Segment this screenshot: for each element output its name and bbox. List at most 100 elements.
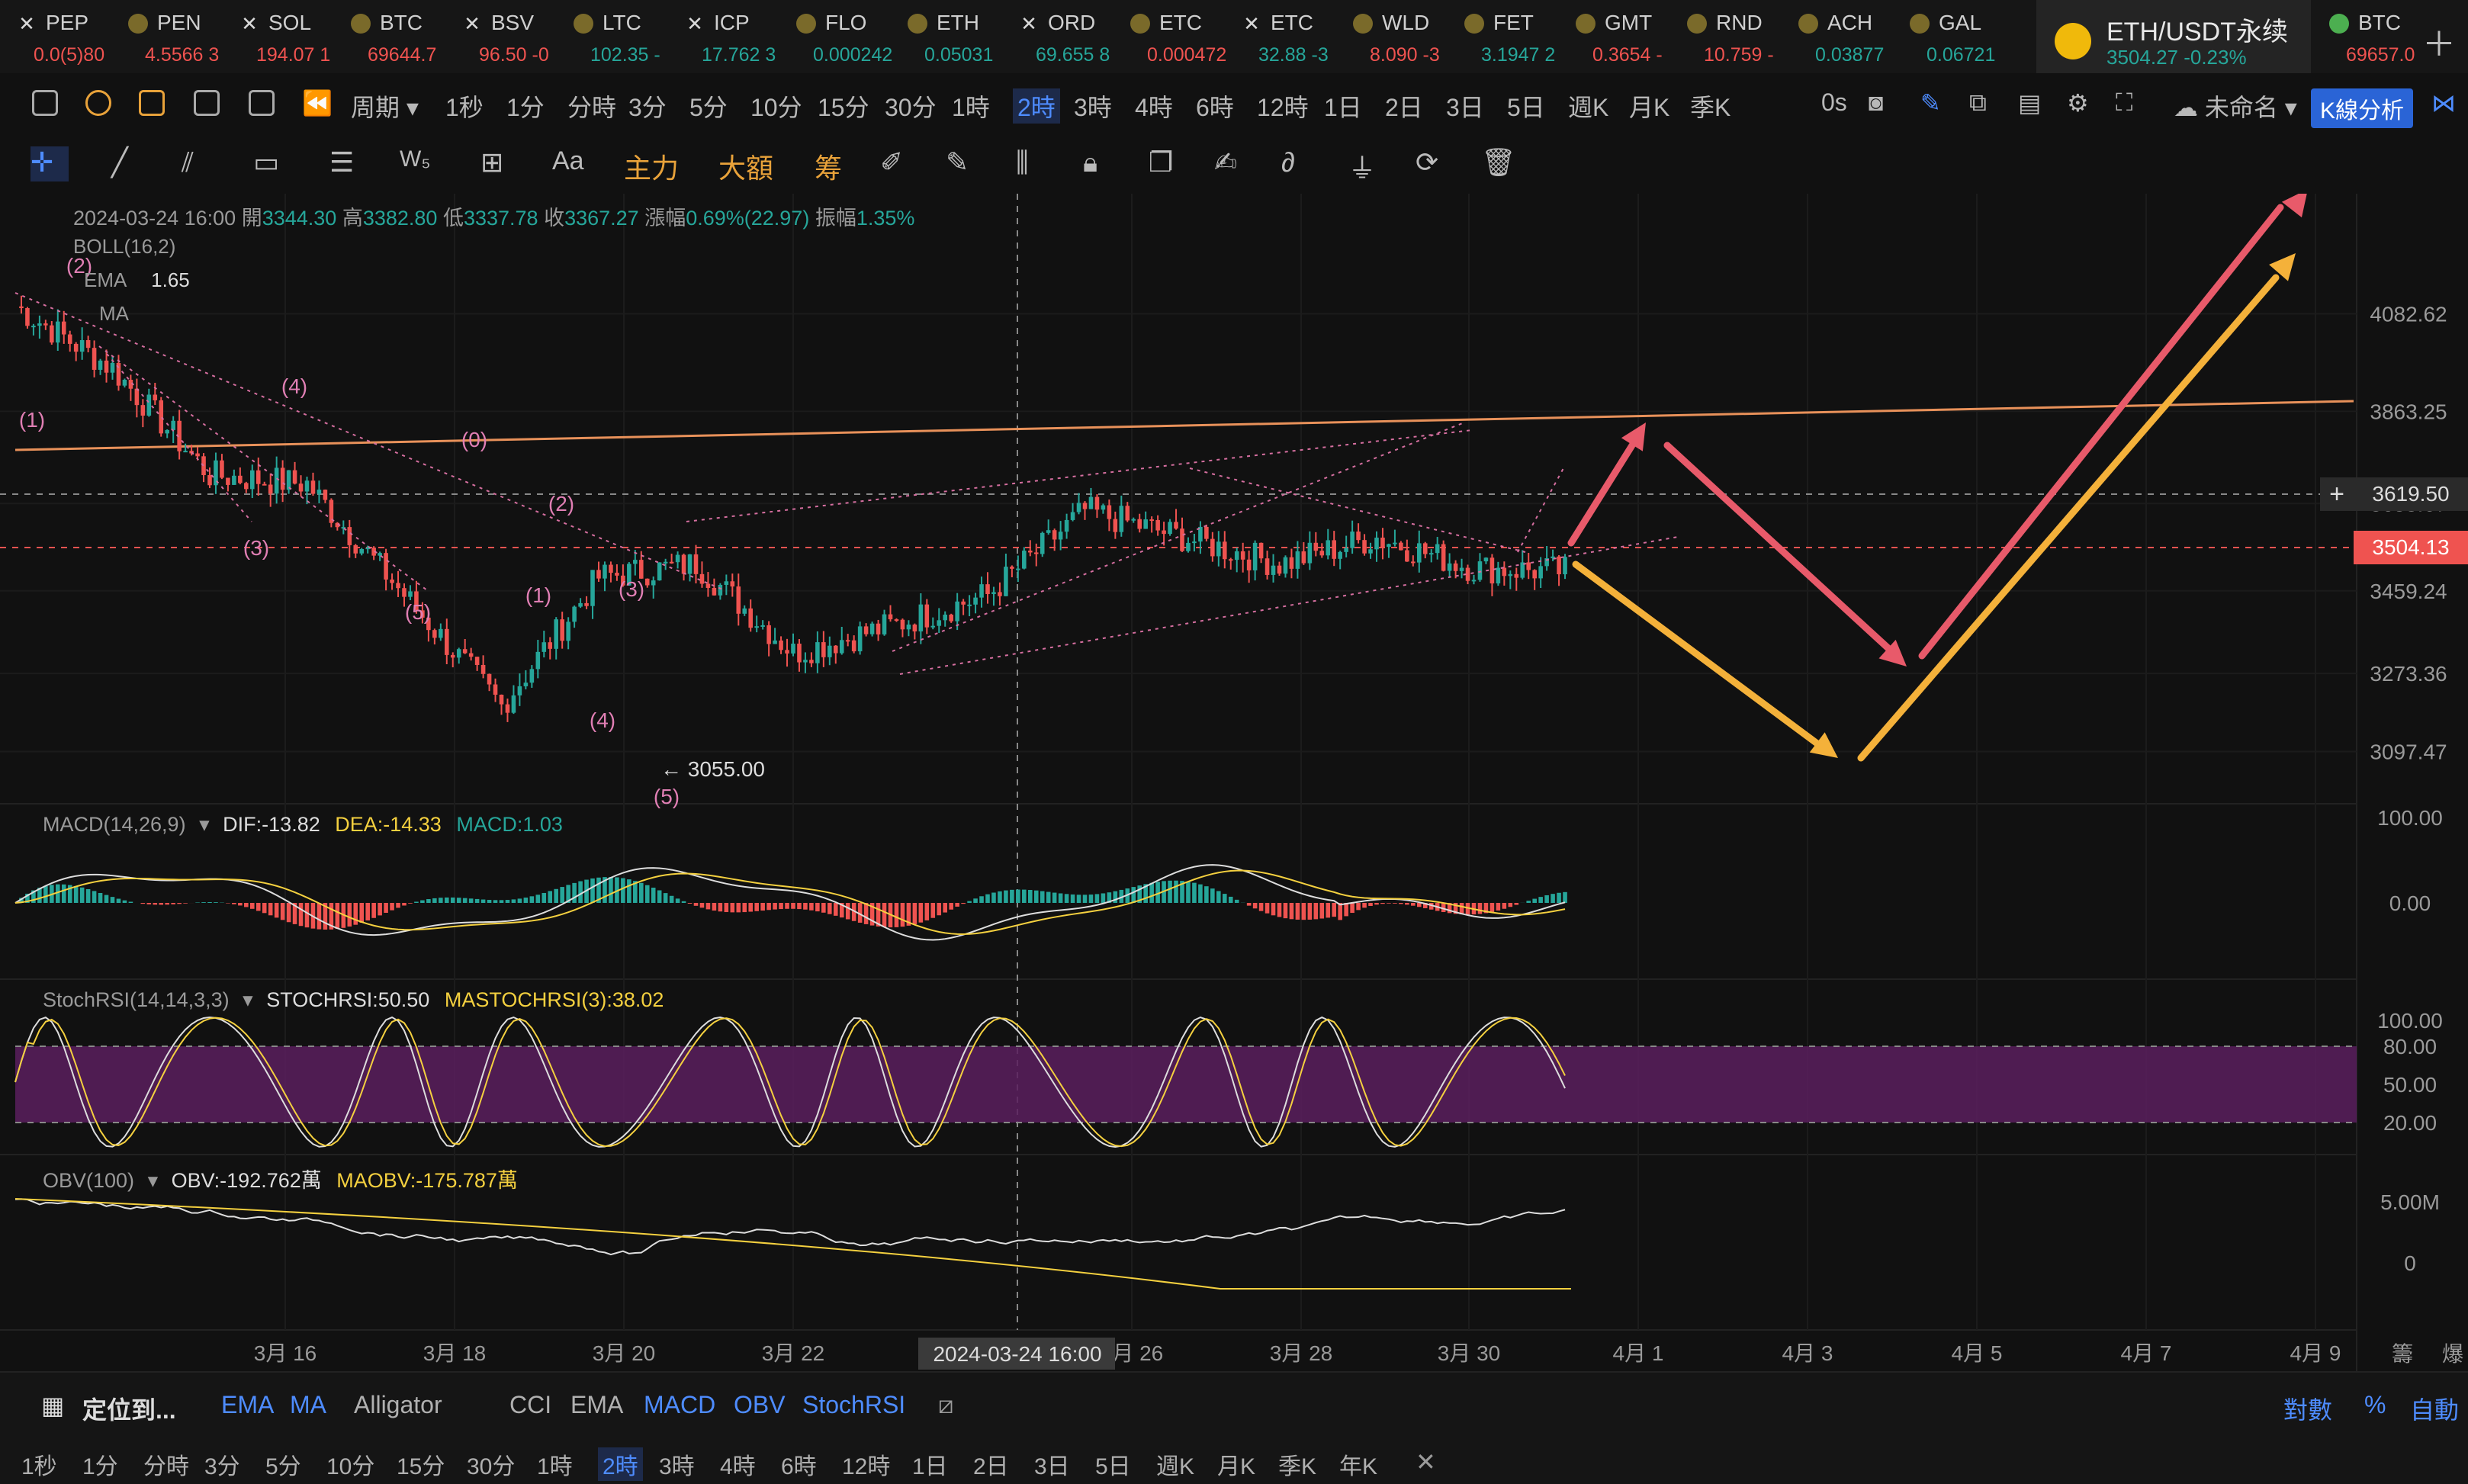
candles-icon[interactable]: ⫼ xyxy=(1016,146,1029,181)
chip-button[interactable]: 筹 xyxy=(815,146,842,184)
scale-option-0[interactable]: 對數 xyxy=(2283,1391,2332,1426)
magnet-icon[interactable]: ∂ xyxy=(1281,146,1295,181)
interval-1分[interactable]: 1分 xyxy=(506,88,545,124)
fib-icon[interactable]: ☰ xyxy=(329,146,354,181)
ticker-tab-btc[interactable]: BTC 69657.0 xyxy=(2319,0,2425,73)
interval-12時[interactable]: 12時 xyxy=(1257,88,1309,124)
pencil-icon[interactable]: ✎ xyxy=(1920,88,1941,117)
bottom-interval-2日[interactable]: 2日 xyxy=(973,1447,1009,1481)
sync-icon[interactable]: ⟳ xyxy=(1416,146,1438,181)
bottom-interval-12時[interactable]: 12時 xyxy=(842,1447,890,1481)
calendar-locate-icon[interactable]: ▦ xyxy=(41,1391,64,1420)
bottom-interval-1秒[interactable]: 1秒 xyxy=(21,1447,57,1481)
text-tool[interactable]: Aa xyxy=(552,146,584,181)
add-alert-icon[interactable]: + xyxy=(2320,477,2354,511)
interval-15分[interactable]: 15分 xyxy=(818,88,869,124)
lock-icon[interactable]: 🔒︎ xyxy=(1083,146,1097,181)
clock-icon[interactable] xyxy=(85,90,111,116)
interval-6時[interactable]: 6時 xyxy=(1196,88,1234,124)
bottom-interval-4時[interactable]: 4時 xyxy=(720,1447,756,1481)
kline-analysis-button[interactable]: K線分析 xyxy=(2310,88,2413,128)
scale-option-1[interactable]: % xyxy=(2364,1391,2386,1419)
indicator-tab-ema[interactable]: EMA xyxy=(570,1391,623,1419)
ticker-tab-flo[interactable]: FLO 0.000242 xyxy=(786,0,892,73)
bottom-interval-分時[interactable]: 分時 xyxy=(143,1447,189,1481)
bottom-interval-1時[interactable]: 1時 xyxy=(537,1447,573,1481)
ticker-tab-active[interactable]: ETH/USDT永续 3504.27 -0.23% xyxy=(2036,0,2311,73)
chart-area[interactable]: 3月 16 3月 18 3月 20 3月 22 3月 26 3月 28 3月 30 4月 14… xyxy=(0,194,2468,1371)
bottom-interval-3日[interactable]: 3日 xyxy=(1034,1447,1070,1481)
window-icon[interactable]: ⧉ xyxy=(1969,88,1987,117)
ticker-tab-icp[interactable]: ✕ ICP 17.762 3 xyxy=(674,0,781,73)
add-tab-icon[interactable]: ＋ xyxy=(2422,17,2456,66)
brush-icon[interactable]: ✎ xyxy=(946,146,969,181)
ticker-tab-sol[interactable]: ✕ SOL 194.07 1 xyxy=(229,0,336,73)
indicator-tab-alligator[interactable]: Alligator xyxy=(354,1391,442,1419)
interval-3分[interactable]: 3分 xyxy=(628,88,667,124)
layout-icon[interactable] xyxy=(249,90,275,116)
channel-icon[interactable]: ⫽ xyxy=(182,146,194,181)
indicator-tab-stochrsi[interactable]: StochRSI xyxy=(802,1391,905,1419)
indicator-tab-ema[interactable]: EMA xyxy=(221,1391,274,1419)
bottom-interval-5分[interactable]: 5分 xyxy=(265,1447,301,1481)
bottom-interval-3時[interactable]: 3時 xyxy=(659,1447,695,1481)
ticker-tab-bsv[interactable]: ✕ BSV 96.50 -0 xyxy=(452,0,558,73)
indicator-tab-ma[interactable]: MA xyxy=(290,1391,326,1419)
ticker-tab-fet[interactable]: FET 3.1947 2 xyxy=(1454,0,1560,73)
trash-icon[interactable]: 🗑︎ xyxy=(1481,146,1516,181)
edit-indicators-icon[interactable]: ⧄ xyxy=(938,1391,953,1420)
interval-2時[interactable]: 2時 xyxy=(1013,88,1060,124)
close-icon[interactable]: ✕ xyxy=(1416,1447,1436,1476)
share-icon[interactable]: ⋈ xyxy=(2431,88,2456,117)
rectangle-icon[interactable]: ▭ xyxy=(253,146,279,181)
settings-icon[interactable]: ⚙ xyxy=(2067,88,2089,117)
interval-3日[interactable]: 3日 xyxy=(1446,88,1484,124)
main-force-button[interactable]: 主力 xyxy=(624,146,679,184)
indicator-tab-cci[interactable]: CCI xyxy=(509,1391,551,1419)
calendar-icon[interactable] xyxy=(194,90,220,116)
large-volume-button[interactable]: 大額 xyxy=(718,146,773,184)
ticker-tab-ach[interactable]: ACH 0.03877 xyxy=(1788,0,1894,73)
cloud-save-dropdown[interactable]: ☁ 未命名 ▾ xyxy=(2174,88,2297,124)
interval-週K[interactable]: 週K xyxy=(1568,88,1608,124)
rewind-icon[interactable]: ⏪ xyxy=(302,88,333,117)
indicator-tab-macd[interactable]: MACD xyxy=(644,1391,715,1419)
bottom-interval-30分[interactable]: 30分 xyxy=(467,1447,515,1481)
ticker-tab-gal[interactable]: GAL 0.06721 xyxy=(1899,0,2006,73)
bottom-interval-年K[interactable]: 年K xyxy=(1339,1447,1377,1481)
interval-3時[interactable]: 3時 xyxy=(1074,88,1112,124)
ticker-tab-rnd[interactable]: RND 10.759 - xyxy=(1676,0,1783,73)
bottom-interval-3分[interactable]: 3分 xyxy=(204,1447,240,1481)
interval-月K[interactable]: 月K xyxy=(1629,88,1669,124)
fullscreen-icon[interactable]: ⛶ xyxy=(2116,88,2132,117)
interval-10分[interactable]: 10分 xyxy=(750,88,802,124)
chart-type-icon[interactable] xyxy=(32,90,58,116)
ticker-tab-ord[interactable]: ✕ ORD 69.655 8 xyxy=(1008,0,1115,73)
interval-1時[interactable]: 1時 xyxy=(952,88,990,124)
camera-icon[interactable]: ◙ xyxy=(1869,88,1883,117)
bottom-interval-6時[interactable]: 6時 xyxy=(781,1447,817,1481)
scale-option-2[interactable]: 自動 xyxy=(2410,1391,2459,1426)
bottom-interval-週K[interactable]: 週K xyxy=(1156,1447,1194,1481)
ticker-tab-ltc[interactable]: LTC 102.35 - xyxy=(563,0,670,73)
interval-分時[interactable]: 分時 xyxy=(567,88,616,124)
ticker-tab-btc[interactable]: BTC 69644.7 xyxy=(340,0,447,73)
interval-5分[interactable]: 5分 xyxy=(689,88,728,124)
ticker-tab-eth[interactable]: ETH 0.05031 xyxy=(897,0,1004,73)
bottom-interval-月K[interactable]: 月K xyxy=(1217,1447,1255,1481)
star-icon[interactable] xyxy=(139,90,165,116)
interval-1秒[interactable]: 1秒 xyxy=(445,88,484,124)
ticker-tab-etc[interactable]: ETC 0.000472 xyxy=(1120,0,1226,73)
bottom-interval-季K[interactable]: 季K xyxy=(1278,1447,1316,1481)
ticker-tab-wld[interactable]: WLD 8.090 -3 xyxy=(1342,0,1449,73)
indicator-icon[interactable]: ▤ xyxy=(2018,88,2041,117)
interval-1日[interactable]: 1日 xyxy=(1324,88,1362,124)
wave-icon[interactable]: W₅ xyxy=(400,146,430,181)
filter-icon[interactable]: ⏚ xyxy=(1348,146,1376,184)
copy-icon[interactable]: ❐ xyxy=(1149,146,1173,181)
trendline-icon[interactable]: ╱ xyxy=(111,146,128,181)
bottom-interval-10分[interactable]: 10分 xyxy=(326,1447,374,1481)
ticker-tab-pen[interactable]: PEN 4.5566 3 xyxy=(117,0,224,73)
period-dropdown[interactable]: 周期 ▾ xyxy=(351,88,419,124)
ruler-icon[interactable]: ✐ xyxy=(880,146,903,181)
